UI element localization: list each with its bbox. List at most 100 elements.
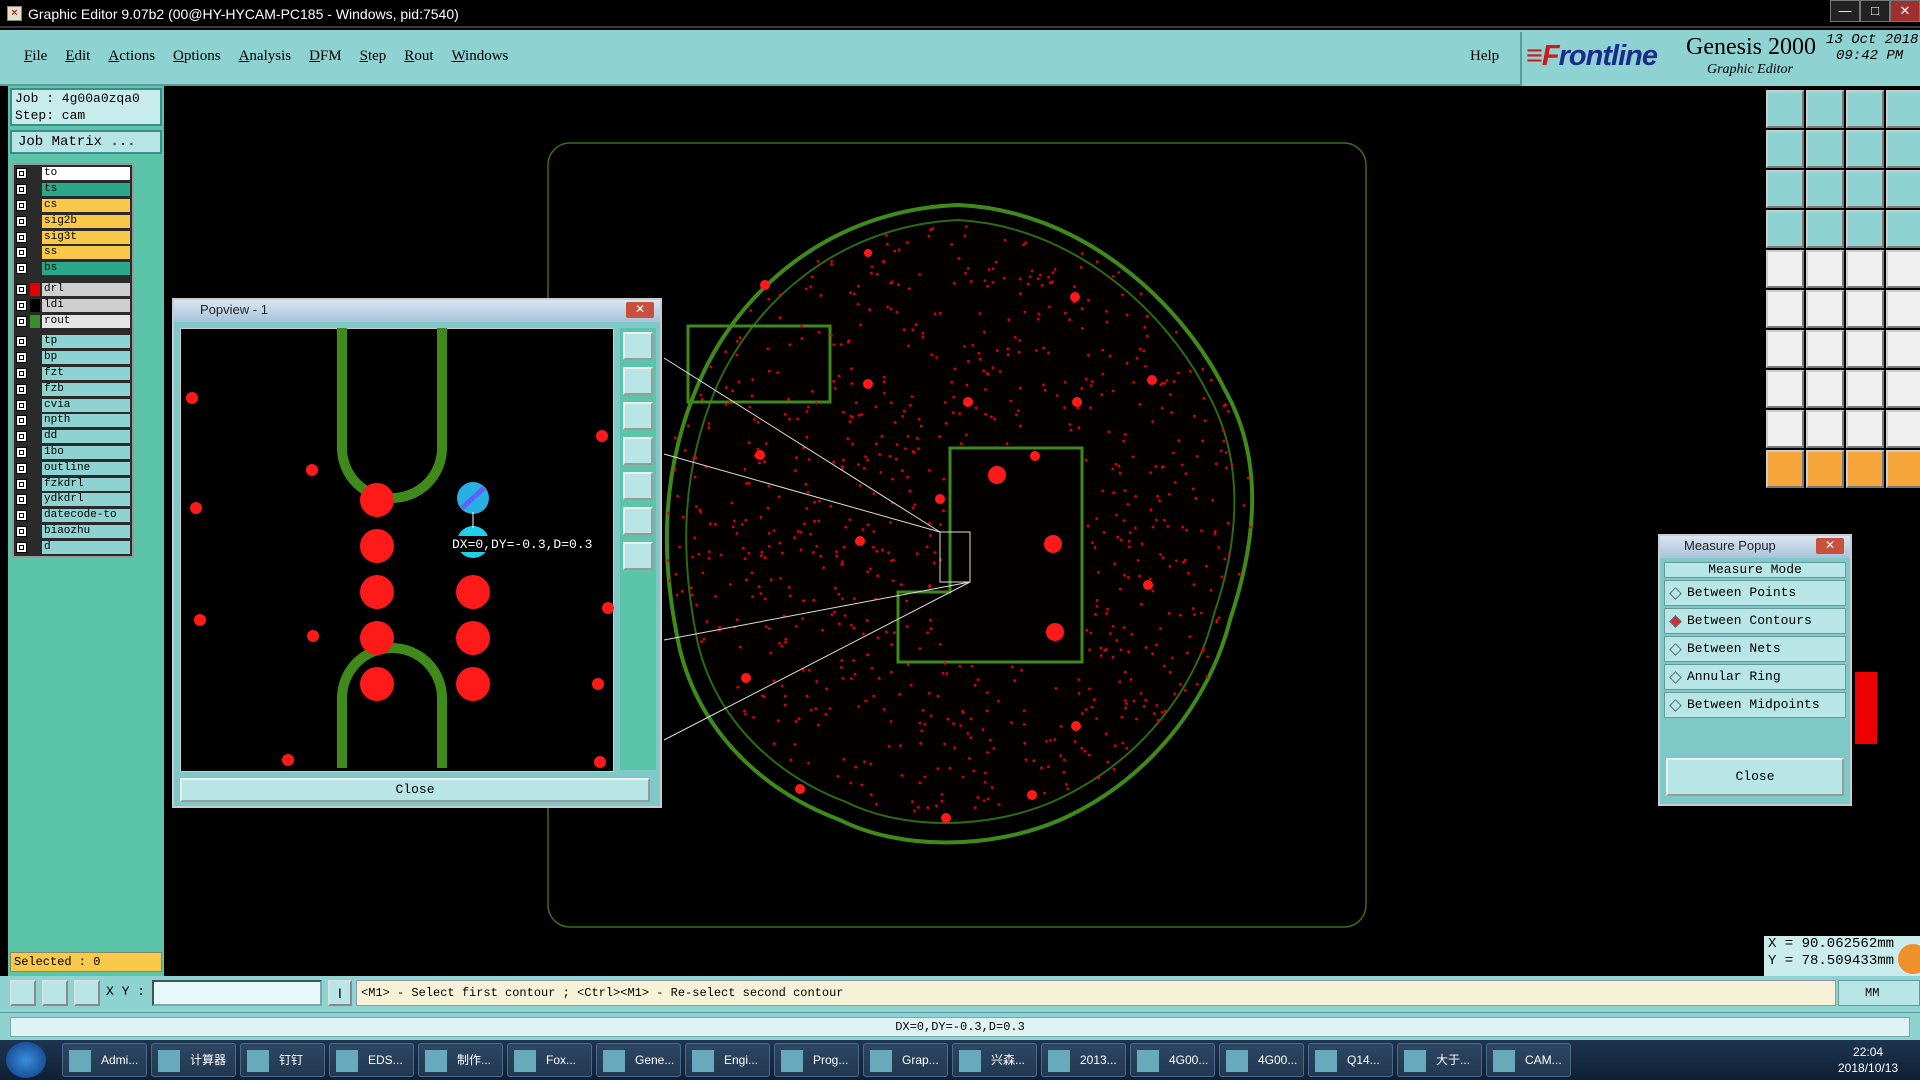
toolbar-button-23[interactable]: [1846, 290, 1884, 328]
toolbar-button-14[interactable]: [1806, 210, 1844, 248]
units-indicator[interactable]: MM: [1838, 980, 1920, 1006]
toolbar-button-2[interactable]: [1806, 90, 1844, 128]
taskbar-item[interactable]: 2013...: [1041, 1043, 1126, 1077]
layer-row-fzb[interactable]: fzb: [16, 381, 130, 397]
layer-row-tp[interactable]: tp: [16, 334, 130, 350]
taskbar-item[interactable]: 计算器: [151, 1043, 236, 1077]
layer-checkbox[interactable]: [16, 478, 27, 490]
menu-analysis[interactable]: Analysis: [239, 48, 292, 65]
toolbar-button-25[interactable]: [1766, 330, 1804, 368]
toolbar-button-18[interactable]: [1806, 250, 1844, 288]
taskbar-item[interactable]: Engi...: [685, 1043, 770, 1077]
toolbar-button-19[interactable]: [1846, 250, 1884, 288]
layer-checkbox[interactable]: [16, 352, 27, 364]
toolbar-button-9[interactable]: [1766, 170, 1804, 208]
taskbar-item[interactable]: Admi...: [62, 1043, 147, 1077]
toolbar-button-28[interactable]: [1886, 330, 1920, 368]
popview-tool-7[interactable]: [623, 542, 653, 570]
info-button[interactable]: I: [328, 980, 352, 1006]
layer-row-bp[interactable]: bp: [16, 350, 130, 366]
layer-checkbox[interactable]: [16, 399, 27, 411]
option-between-nets[interactable]: Between Nets: [1664, 636, 1846, 662]
popview-close-button[interactable]: Close: [180, 778, 650, 802]
toolbar-button-4[interactable]: [1886, 90, 1920, 128]
layer-checkbox[interactable]: [16, 462, 27, 474]
menu-edit[interactable]: Edit: [65, 48, 90, 65]
layer-row-1bo[interactable]: 1bo: [16, 445, 130, 461]
popview-tool-6[interactable]: [623, 507, 653, 535]
layer-checkbox[interactable]: [16, 283, 27, 295]
toolbar-button-32[interactable]: [1886, 370, 1920, 408]
layer-row-dd[interactable]: dd: [16, 429, 130, 445]
toolbar-button-30[interactable]: [1806, 370, 1844, 408]
toolbar-button-27[interactable]: [1846, 330, 1884, 368]
option-annular-ring[interactable]: Annular Ring: [1664, 664, 1846, 690]
layer-row-sig3t[interactable]: sig3t: [16, 229, 130, 245]
measure-close-x[interactable]: ✕: [1816, 538, 1844, 554]
layer-checkbox[interactable]: [16, 336, 27, 348]
taskbar-item[interactable]: 4G00...: [1219, 1043, 1304, 1077]
toolbar-button-35[interactable]: [1846, 410, 1884, 448]
toolbar-button-8[interactable]: [1886, 130, 1920, 168]
layer-checkbox[interactable]: [16, 299, 27, 311]
toolbar-button-15[interactable]: [1846, 210, 1884, 248]
popview-tool-3[interactable]: [623, 402, 653, 430]
toolbar-button-33[interactable]: [1766, 410, 1804, 448]
toolbar-button-3[interactable]: [1846, 90, 1884, 128]
popview-tool-1[interactable]: [623, 332, 653, 360]
menu-options[interactable]: Options: [173, 48, 221, 65]
option-between-midpoints[interactable]: Between Midpoints: [1664, 692, 1846, 718]
toolbar-button-13[interactable]: [1766, 210, 1804, 248]
taskbar-item[interactable]: CAM...: [1486, 1043, 1571, 1077]
menu-dfm[interactable]: DFM: [309, 48, 342, 65]
taskbar-item[interactable]: Fox...: [507, 1043, 592, 1077]
toolbar-button-34[interactable]: [1806, 410, 1844, 448]
maximize-button[interactable]: □: [1860, 0, 1890, 22]
toolbar-button-39[interactable]: [1846, 450, 1884, 488]
layer-row-outline[interactable]: outline: [16, 460, 130, 476]
layer-row-to[interactable]: to: [16, 166, 130, 182]
taskbar-item[interactable]: 钉钉: [240, 1043, 325, 1077]
option-between-points[interactable]: Between Points: [1664, 580, 1846, 606]
layer-row-datecode-to[interactable]: datecode-to: [16, 508, 130, 524]
minimize-button[interactable]: —: [1830, 0, 1860, 22]
toolbar-button-36[interactable]: [1886, 410, 1920, 448]
layer-checkbox[interactable]: [16, 168, 27, 180]
layer-checkbox[interactable]: [16, 315, 27, 327]
layer-checkbox[interactable]: [16, 383, 27, 395]
layer-checkbox[interactable]: [16, 231, 27, 243]
angle-mode-icon[interactable]: [42, 980, 68, 1006]
job-matrix-button[interactable]: Job Matrix ...: [10, 130, 162, 154]
popview-tool-5[interactable]: [623, 472, 653, 500]
layer-row-sig2b[interactable]: sig2b: [16, 213, 130, 229]
layer-row-rout[interactable]: rout: [16, 313, 130, 329]
xy-input[interactable]: [152, 980, 322, 1006]
layer-checkbox[interactable]: [16, 215, 27, 227]
taskbar-item[interactable]: Grap...: [863, 1043, 948, 1077]
taskbar-item[interactable]: Gene...: [596, 1043, 681, 1077]
layer-row-ts[interactable]: ts: [16, 182, 130, 198]
taskbar-item[interactable]: EDS...: [329, 1043, 414, 1077]
layer-checkbox[interactable]: [16, 541, 27, 553]
layer-checkbox[interactable]: [16, 247, 27, 259]
layer-row-npth[interactable]: npth: [16, 413, 130, 429]
layer-row-cvia[interactable]: cvia: [16, 397, 130, 413]
toolbar-button-24[interactable]: [1886, 290, 1920, 328]
notification-icon[interactable]: [1898, 944, 1920, 974]
grid-icon[interactable]: [74, 980, 100, 1006]
taskbar-item[interactable]: 兴森...: [952, 1043, 1037, 1077]
layer-row-ldi[interactable]: ldi: [16, 297, 130, 313]
menu-file[interactable]: File: [24, 48, 47, 65]
toolbar-button-20[interactable]: [1886, 250, 1920, 288]
start-button[interactable]: [6, 1042, 46, 1078]
taskbar-item[interactable]: Q14...: [1308, 1043, 1393, 1077]
menu-rout[interactable]: Rout: [404, 48, 433, 65]
layer-row-drl[interactable]: drl: [16, 282, 130, 298]
toolbar-button-38[interactable]: [1806, 450, 1844, 488]
toolbar-button-10[interactable]: [1806, 170, 1844, 208]
layer-row-ydkdrl[interactable]: ydkdrl: [16, 492, 130, 508]
option-between-contours[interactable]: Between Contours: [1664, 608, 1846, 634]
popview-tool-4[interactable]: [623, 437, 653, 465]
popview-tool-2[interactable]: [623, 367, 653, 395]
toolbar-button-1[interactable]: [1766, 90, 1804, 128]
